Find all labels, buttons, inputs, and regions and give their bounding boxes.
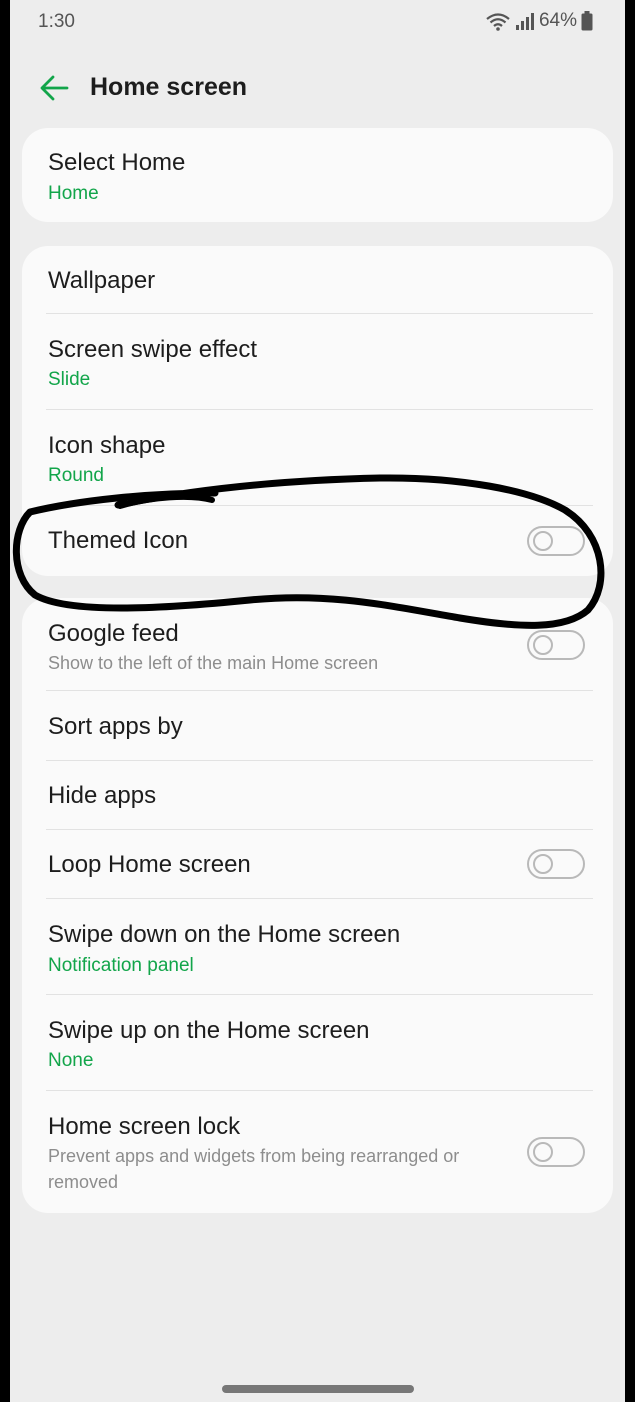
loop-home-toggle[interactable]	[527, 849, 585, 879]
status-time: 1:30	[38, 11, 75, 32]
settings-screen: 1:30 64% Home screen Select Home Home Wa…	[10, 0, 625, 1402]
status-bar: 1:30 64%	[10, 0, 625, 44]
top-app-bar: Home screen	[10, 60, 625, 114]
sort-apps-title: Sort apps by	[48, 713, 183, 740]
home-behavior-card: Google feed Show to the left of the main…	[22, 598, 613, 1213]
home-lock-toggle[interactable]	[527, 1137, 585, 1167]
themed-icon-toggle[interactable]	[527, 526, 585, 556]
navigation-handle[interactable]	[222, 1385, 414, 1393]
home-lock-row[interactable]: Home screen lock Prevent apps and widget…	[22, 1091, 613, 1213]
icon-shape-value: Round	[48, 465, 104, 486]
swipe-effect-title: Screen swipe effect	[48, 336, 258, 363]
swipe-down-value: Notification panel	[48, 955, 194, 976]
battery-icon	[581, 11, 593, 31]
icon-shape-row[interactable]: Icon shape Round	[22, 410, 613, 505]
google-feed-description: Show to the left of the main Home screen	[48, 653, 379, 673]
wallpaper-row[interactable]: Wallpaper	[22, 246, 613, 313]
hide-apps-title: Hide apps	[48, 782, 157, 809]
swipe-effect-value: Slide	[48, 369, 91, 390]
sort-apps-row[interactable]: Sort apps by	[22, 691, 613, 760]
signal-icon	[515, 13, 534, 30]
select-home-row[interactable]: Select Home Home	[22, 128, 613, 222]
swipe-up-value: None	[48, 1050, 94, 1071]
icon-shape-title: Icon shape	[48, 432, 166, 459]
arrow-left-icon	[40, 75, 69, 101]
status-icons: 64%	[485, 10, 593, 32]
battery-percent: 64%	[538, 10, 577, 31]
wifi-icon	[486, 13, 510, 31]
swipe-down-title: Swipe down on the Home screen	[48, 921, 401, 948]
hide-apps-row[interactable]: Hide apps	[22, 761, 613, 830]
page-title: Home screen	[90, 73, 248, 101]
swipe-down-row[interactable]: Swipe down on the Home screen Notificati…	[22, 899, 613, 994]
swipe-up-title: Swipe up on the Home screen	[48, 1017, 370, 1044]
select-home-title: Select Home	[48, 149, 186, 176]
themed-icon-row[interactable]: Themed Icon	[22, 506, 613, 576]
wallpaper-title: Wallpaper	[48, 267, 156, 294]
google-feed-row[interactable]: Google feed Show to the left of the main…	[22, 598, 613, 690]
loop-home-row[interactable]: Loop Home screen	[22, 830, 613, 899]
home-lock-description: Prevent apps and widgets from being rear…	[48, 1146, 460, 1192]
swipe-up-row[interactable]: Swipe up on the Home screen None	[22, 995, 613, 1090]
google-feed-toggle[interactable]	[527, 630, 585, 660]
select-home-value: Home	[48, 183, 99, 204]
appearance-card: Wallpaper Screen swipe effect Slide Icon…	[22, 246, 613, 576]
select-home-card: Select Home Home	[22, 128, 613, 222]
home-lock-title: Home screen lock	[48, 1113, 241, 1140]
google-feed-title: Google feed	[48, 620, 179, 647]
themed-icon-title: Themed Icon	[48, 527, 189, 554]
swipe-effect-row[interactable]: Screen swipe effect Slide	[22, 314, 613, 409]
loop-home-title: Loop Home screen	[48, 851, 251, 878]
back-button[interactable]	[34, 68, 74, 108]
